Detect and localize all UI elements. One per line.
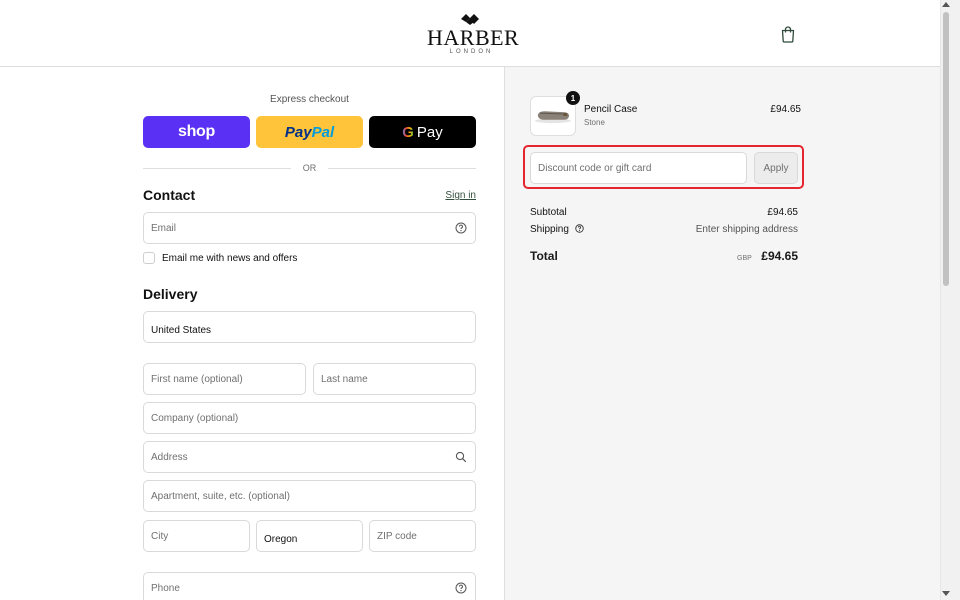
last-name-field[interactable]: Last name xyxy=(313,363,476,395)
total-currency: GBP xyxy=(737,255,752,262)
scroll-up-arrow-icon[interactable] xyxy=(942,2,950,7)
country-select[interactable]: United States xyxy=(143,311,476,343)
total-amount: £94.65 xyxy=(761,249,798,263)
harber-logo[interactable]: HARBER LONDON xyxy=(427,12,520,56)
page-scrollbar[interactable] xyxy=(940,0,960,600)
total-row: Total GBP £94.65 xyxy=(530,247,798,265)
help-circle-icon[interactable] xyxy=(575,224,584,233)
zip-placeholder: ZIP code xyxy=(377,530,417,542)
scrollbar-thumb[interactable] xyxy=(943,12,949,286)
email-field[interactable]: Email xyxy=(143,212,476,244)
or-label: OR xyxy=(302,163,317,173)
shipping-row: Shipping Enter shipping address xyxy=(530,224,798,235)
order-summary: 1 Pencil Case Stone £94.65 Discount code… xyxy=(504,67,940,600)
paypal-label-part2: Pal xyxy=(311,123,335,141)
shipping-value: Enter shipping address xyxy=(695,224,798,235)
phone-placeholder: Phone xyxy=(151,582,180,594)
address-field[interactable]: Address xyxy=(143,441,476,473)
product-variant: Stone xyxy=(584,118,605,127)
help-circle-icon[interactable] xyxy=(455,222,467,234)
quantity-badge: 1 xyxy=(566,91,580,105)
phone-field[interactable]: Phone xyxy=(143,572,476,600)
newsletter-label: Email me with news and offers xyxy=(162,252,298,264)
google-g-icon: G xyxy=(402,123,414,141)
google-pay-button[interactable]: G Pay xyxy=(369,116,476,148)
product-name: Pencil Case xyxy=(584,104,638,115)
shop-pay-button[interactable]: shop xyxy=(143,116,250,148)
apartment-field[interactable]: Apartment, suite, etc. (optional) xyxy=(143,480,476,512)
google-pay-label: Pay xyxy=(416,123,443,141)
or-divider: OR xyxy=(143,161,476,175)
header: HARBER LONDON xyxy=(0,0,940,67)
company-field[interactable]: Company (optional) xyxy=(143,402,476,434)
city-field[interactable]: City xyxy=(143,520,250,552)
checkout-form: Express checkout shop Pay Pal G Pay OR Co… xyxy=(0,67,504,600)
last-name-placeholder: Last name xyxy=(321,373,368,385)
first-name-field[interactable]: First name (optional) xyxy=(143,363,306,395)
subtotal-row: Subtotal £94.65 xyxy=(530,207,798,218)
state-select[interactable]: Oregon xyxy=(256,520,363,552)
subtotal-label: Subtotal xyxy=(530,207,567,218)
product-thumbnail: 1 xyxy=(530,91,580,136)
scroll-down-arrow-icon[interactable] xyxy=(942,591,950,596)
country-value: United States xyxy=(151,324,212,336)
discount-placeholder: Discount code or gift card xyxy=(538,162,652,174)
city-placeholder: City xyxy=(151,530,169,542)
apply-label: Apply xyxy=(763,162,789,174)
brand-name: HARBER xyxy=(427,25,520,50)
newsletter-option[interactable]: Email me with news and offers xyxy=(143,251,297,265)
newsletter-checkbox[interactable] xyxy=(143,252,155,264)
sign-in-link[interactable]: Sign in xyxy=(420,190,476,201)
apartment-placeholder: Apartment, suite, etc. (optional) xyxy=(151,490,290,502)
delivery-title: Delivery xyxy=(143,286,198,302)
email-placeholder: Email xyxy=(151,222,177,234)
help-circle-icon[interactable] xyxy=(455,582,467,594)
shipping-label: Shipping xyxy=(530,224,569,235)
paypal-label-part1: Pay xyxy=(284,123,312,141)
total-label: Total xyxy=(530,249,558,263)
shop-pay-label: shop xyxy=(177,123,216,140)
harber-diamond-icon xyxy=(461,14,479,25)
state-value: Oregon xyxy=(264,533,298,545)
contact-title: Contact xyxy=(143,187,196,203)
product-price: £94.65 xyxy=(770,104,801,115)
paypal-button[interactable]: Pay Pal xyxy=(256,116,363,148)
apply-discount-button[interactable]: Apply xyxy=(754,152,798,184)
brand-subtitle: LONDON xyxy=(449,49,494,55)
first-name-placeholder: First name (optional) xyxy=(151,373,243,385)
shopping-bag-icon[interactable] xyxy=(780,25,796,43)
zip-field[interactable]: ZIP code xyxy=(369,520,476,552)
address-placeholder: Address xyxy=(151,451,188,463)
express-checkout-label: Express checkout xyxy=(270,94,349,105)
discount-code-field[interactable]: Discount code or gift card xyxy=(530,152,747,184)
search-icon xyxy=(455,451,467,463)
company-placeholder: Company (optional) xyxy=(151,412,239,424)
subtotal-value: £94.65 xyxy=(767,207,798,218)
